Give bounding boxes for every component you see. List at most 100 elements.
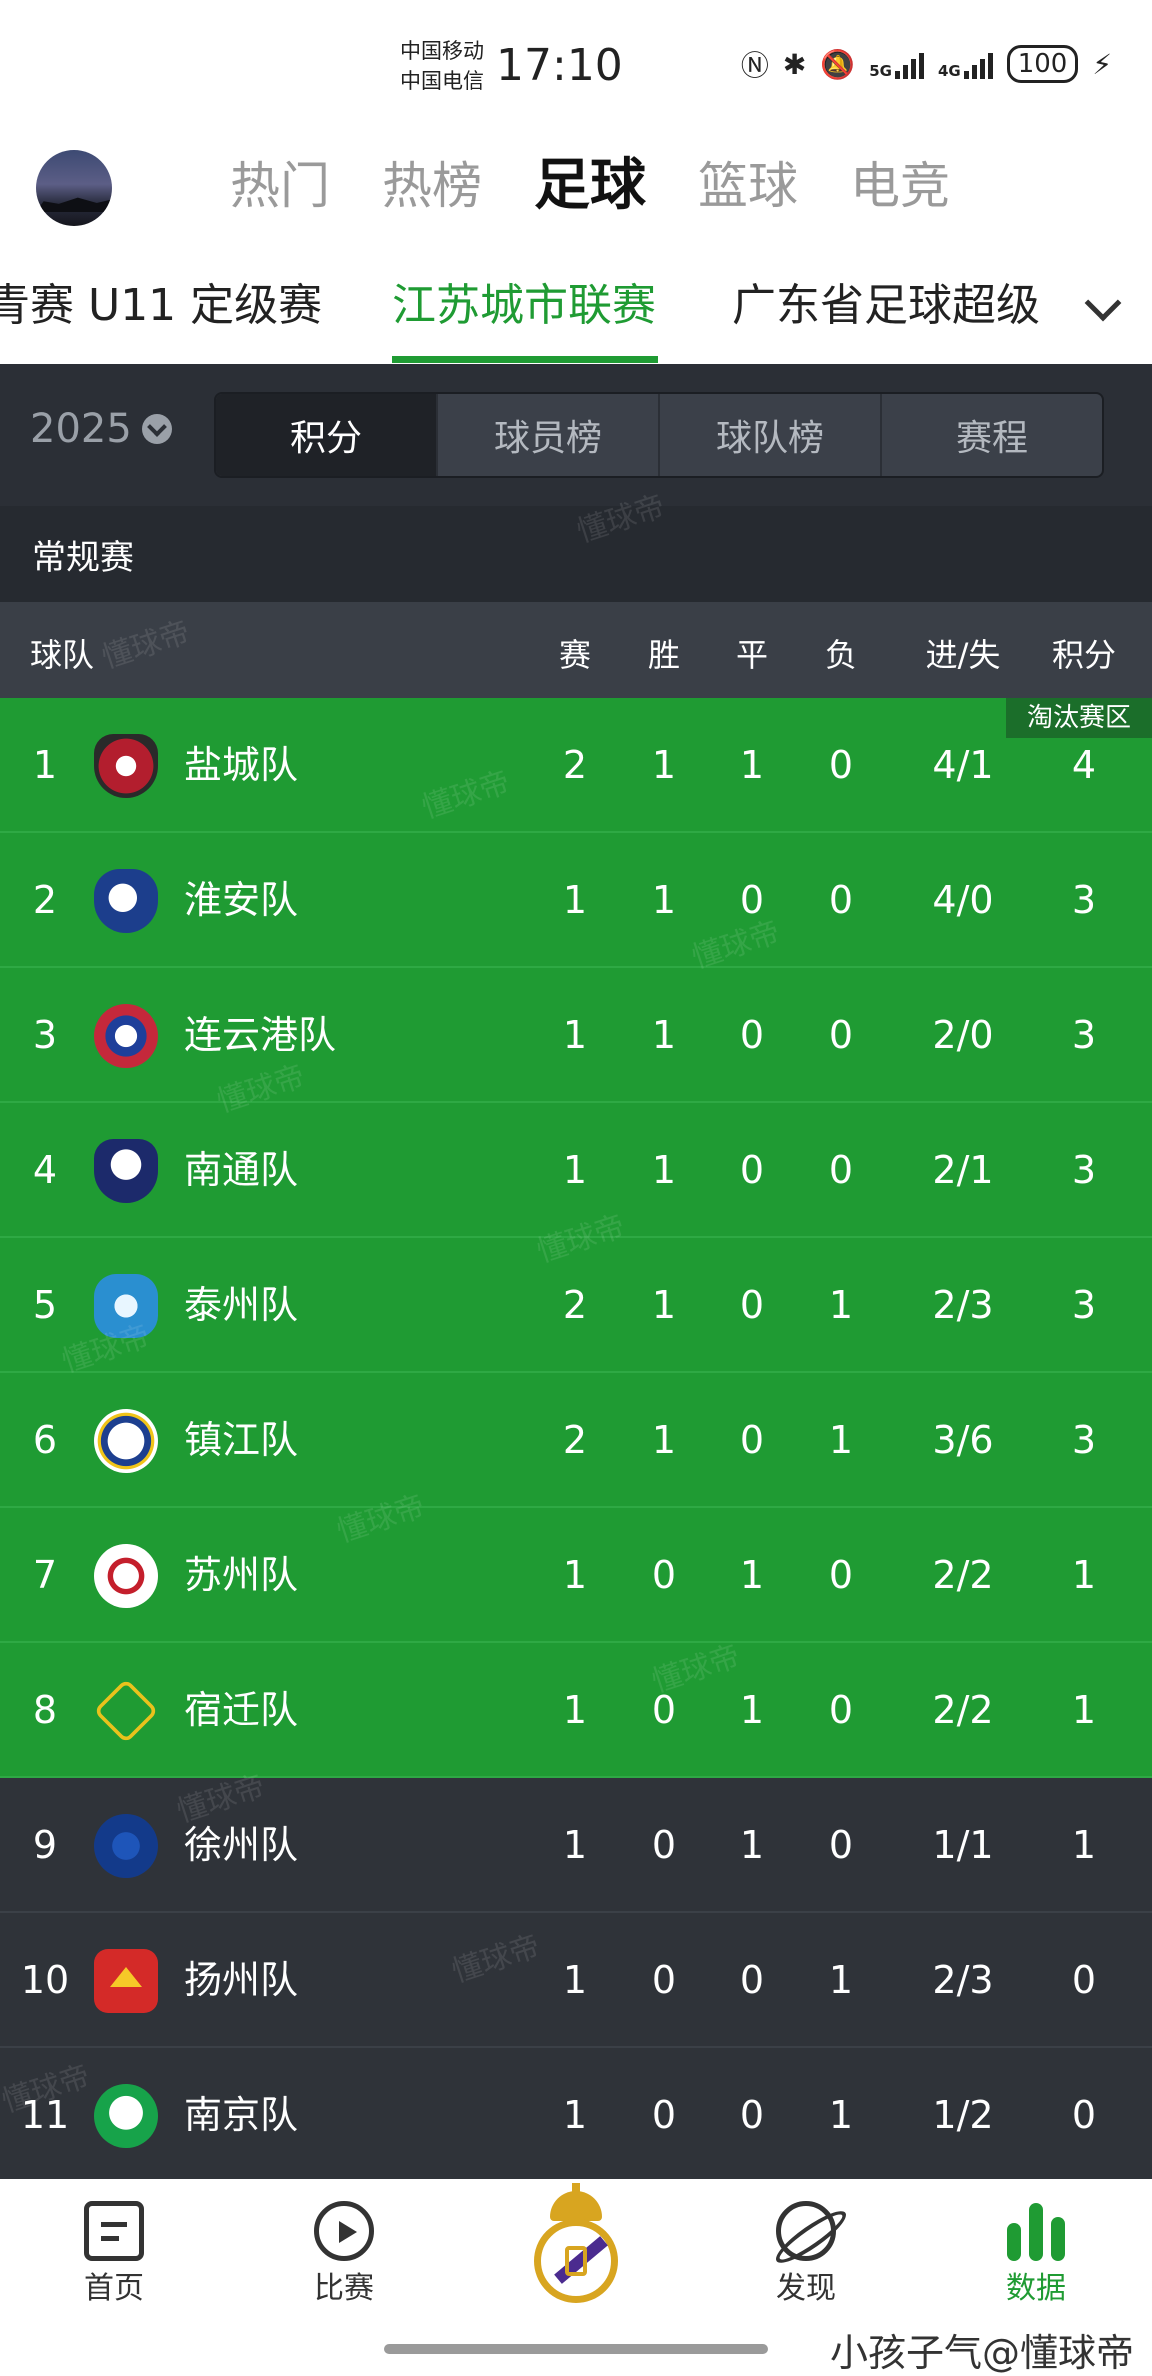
lost-cell: 0 xyxy=(828,1148,854,1192)
signal-5g-icon: 5G xyxy=(869,49,924,79)
footer-watermark: 小孩子气@懂球帝 xyxy=(829,2331,1134,2375)
played-cell: 1 xyxy=(562,1958,588,2002)
segment-control: 积分 球员榜 球队榜 赛程 xyxy=(214,392,1104,478)
bottom-nav-home[interactable]: 首页 xyxy=(54,2201,174,2309)
rank-cell: 2 xyxy=(32,878,58,922)
nav-tab-0[interactable]: 热门 xyxy=(230,154,330,218)
played-cell: 2 xyxy=(562,1418,588,1462)
charging-icon: ⚡ xyxy=(1092,47,1112,81)
team-logo-icon xyxy=(94,2084,158,2148)
header-lost: 负 xyxy=(824,636,857,674)
season-selector[interactable]: 2025 xyxy=(30,406,172,452)
team-logo-icon xyxy=(94,1139,158,1203)
rank-cell: 1 xyxy=(32,743,58,787)
played-cell: 1 xyxy=(562,2093,588,2137)
drawn-cell: 0 xyxy=(739,878,765,922)
played-cell: 1 xyxy=(562,878,588,922)
won-cell: 0 xyxy=(651,1553,677,1597)
drawn-cell: 1 xyxy=(739,1688,765,1732)
lost-cell: 1 xyxy=(828,1958,854,2002)
lost-cell: 1 xyxy=(828,2093,854,2137)
table-row[interactable]: 7 苏州队 1 0 1 0 2/2 1 xyxy=(0,1508,1152,1643)
team-logo-icon xyxy=(94,869,158,933)
table-row[interactable]: 4 南通队 1 1 0 0 2/1 3 xyxy=(0,1103,1152,1238)
team-name: 宿迁队 xyxy=(184,1688,299,1732)
nav-tab-4[interactable]: 电竞 xyxy=(850,154,950,218)
goals-cell: 2/2 xyxy=(932,1688,994,1732)
rank-cell: 6 xyxy=(32,1418,58,1462)
rank-cell: 9 xyxy=(32,1823,58,1867)
table-row[interactable]: 6 镇江队 2 1 0 1 3/6 3 xyxy=(0,1373,1152,1508)
nav-tab-2[interactable]: 足球 xyxy=(534,154,646,218)
system-icons: Ⓝ ✱ 🔕 5G 4G 100 ⚡ xyxy=(741,44,1112,84)
team-logo-icon xyxy=(94,1274,158,1338)
section-header: 常规赛 xyxy=(0,506,1152,602)
tab-schedule[interactable]: 赛程 xyxy=(880,394,1102,476)
table-row[interactable]: 3 连云港队 1 1 0 0 2/0 3 xyxy=(0,968,1152,1103)
lost-cell: 0 xyxy=(828,1013,854,1057)
goals-cell: 2/0 xyxy=(932,1013,994,1057)
lost-cell: 1 xyxy=(828,1283,854,1327)
table-row[interactable]: 9 徐州队 1 0 1 0 1/1 1 xyxy=(0,1778,1152,1913)
team-logo-icon xyxy=(94,1814,158,1878)
lost-cell: 0 xyxy=(828,743,854,787)
drawn-cell: 0 xyxy=(739,1148,765,1192)
points-cell: 1 xyxy=(1071,1823,1097,1867)
tab-team-ranking[interactable]: 球队榜 xyxy=(658,394,880,476)
drawn-cell: 0 xyxy=(739,1418,765,1462)
points-cell: 3 xyxy=(1071,1148,1097,1192)
team-name: 南通队 xyxy=(184,1148,299,1192)
lost-cell: 1 xyxy=(828,1418,854,1462)
won-cell: 0 xyxy=(651,1688,677,1732)
drawn-cell: 1 xyxy=(739,743,765,787)
lost-cell: 0 xyxy=(828,1553,854,1597)
played-cell: 1 xyxy=(562,1553,588,1597)
avatar[interactable] xyxy=(36,150,112,226)
table-row[interactable]: 2 淮安队 1 1 0 0 4/0 3 xyxy=(0,833,1152,968)
nav-tab-3[interactable]: 篮球 xyxy=(698,154,798,218)
tab-standings[interactable]: 积分 xyxy=(216,394,436,476)
played-cell: 2 xyxy=(562,1283,588,1327)
team-logo-icon xyxy=(94,1004,158,1068)
table-row[interactable]: 8 宿迁队 1 0 1 0 2/2 1 xyxy=(0,1643,1152,1778)
goals-cell: 2/3 xyxy=(932,1283,994,1327)
drawn-cell: 0 xyxy=(739,1283,765,1327)
rank-cell: 4 xyxy=(32,1148,58,1192)
planet-icon xyxy=(776,2201,836,2261)
goals-cell: 4/0 xyxy=(932,878,994,922)
bottom-nav-matches[interactable]: 比赛 xyxy=(284,2201,404,2309)
points-cell: 3 xyxy=(1071,1013,1097,1057)
league-tab-jiangsu[interactable]: 江苏城市联赛 xyxy=(392,276,656,336)
league-tab-u11[interactable]: 青赛 U11 定级赛 xyxy=(0,276,322,336)
table-row[interactable]: 11 南京队 1 0 0 1 1/2 0 xyxy=(0,2048,1152,2183)
goals-cell: 1/1 xyxy=(932,1823,994,1867)
nav-tab-1[interactable]: 热榜 xyxy=(382,154,482,218)
home-indicator[interactable] xyxy=(384,2344,768,2354)
header-drawn: 平 xyxy=(735,636,768,674)
rank-cell: 10 xyxy=(20,1958,70,2002)
rank-cell: 7 xyxy=(32,1553,58,1597)
team-logo-icon xyxy=(94,1949,158,2013)
table-row[interactable]: 1 盐城队 2 1 1 0 4/1 4 淘汰赛区 xyxy=(0,698,1152,833)
bottom-nav-label: 数据 xyxy=(1006,2271,1066,2306)
document-icon xyxy=(84,2201,144,2261)
drawn-cell: 0 xyxy=(739,1013,765,1057)
rank-cell: 8 xyxy=(32,1688,58,1732)
bottom-nav-discover[interactable]: 发现 xyxy=(746,2201,866,2309)
points-cell: 0 xyxy=(1071,2093,1097,2137)
won-cell: 0 xyxy=(651,1823,677,1867)
points-cell: 3 xyxy=(1071,878,1097,922)
season-dropdown-icon xyxy=(141,414,172,444)
club-crest-icon[interactable] xyxy=(528,2183,624,2309)
table-header: 球队 赛 胜 平 负 进/失 积分 xyxy=(0,602,1152,698)
won-cell: 1 xyxy=(651,743,677,787)
team-name: 淮安队 xyxy=(184,878,299,922)
league-tab-guangdong[interactable]: 广东省足球超级 xyxy=(732,276,1040,336)
table-row[interactable]: 10 扬州队 1 0 0 1 2/3 0 xyxy=(0,1913,1152,2048)
tab-player-ranking[interactable]: 球员榜 xyxy=(436,394,658,476)
table-row[interactable]: 5 泰州队 2 1 0 1 2/3 3 xyxy=(0,1238,1152,1373)
play-icon xyxy=(314,2201,374,2261)
bottom-nav-label: 首页 xyxy=(84,2271,144,2306)
bottom-nav-data[interactable]: 数据 xyxy=(976,2201,1096,2309)
team-logo-icon xyxy=(93,1678,159,1744)
